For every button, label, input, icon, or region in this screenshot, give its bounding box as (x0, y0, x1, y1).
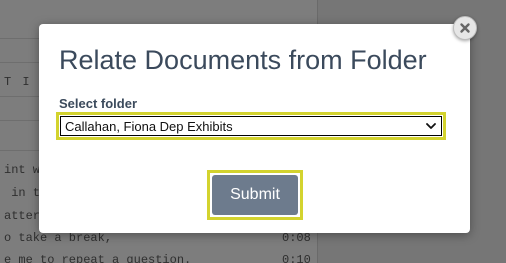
transcript-timestamp: 0:10 (282, 253, 311, 263)
submit-button[interactable]: Submit (212, 175, 298, 215)
transcript-line: atter (4, 209, 41, 223)
select-folder-label: Select folder (59, 96, 138, 111)
screen: T I int w in t atter o take a break, 0:0… (0, 0, 506, 263)
folder-select-highlight: Callahan, Fiona Dep Exhibits (56, 112, 446, 140)
chevron-down-icon (426, 123, 436, 129)
transcript-timestamp: 0:08 (282, 231, 311, 245)
transcript-line: T I (4, 75, 32, 89)
dialog-title: Relate Documents from Folder (59, 45, 427, 75)
transcript-line: e me to repeat a question. (4, 253, 192, 263)
close-button[interactable] (453, 16, 477, 40)
close-icon (460, 23, 470, 33)
transcript-line: int w (4, 163, 41, 177)
transcript-line: in t (4, 186, 41, 200)
transcript-line: o take a break, (4, 231, 113, 245)
relate-documents-dialog: Relate Documents from Folder Select fold… (39, 24, 470, 233)
submit-highlight: Submit (207, 170, 303, 220)
folder-select-value: Callahan, Fiona Dep Exhibits (65, 119, 233, 134)
folder-select[interactable]: Callahan, Fiona Dep Exhibits (60, 116, 442, 136)
